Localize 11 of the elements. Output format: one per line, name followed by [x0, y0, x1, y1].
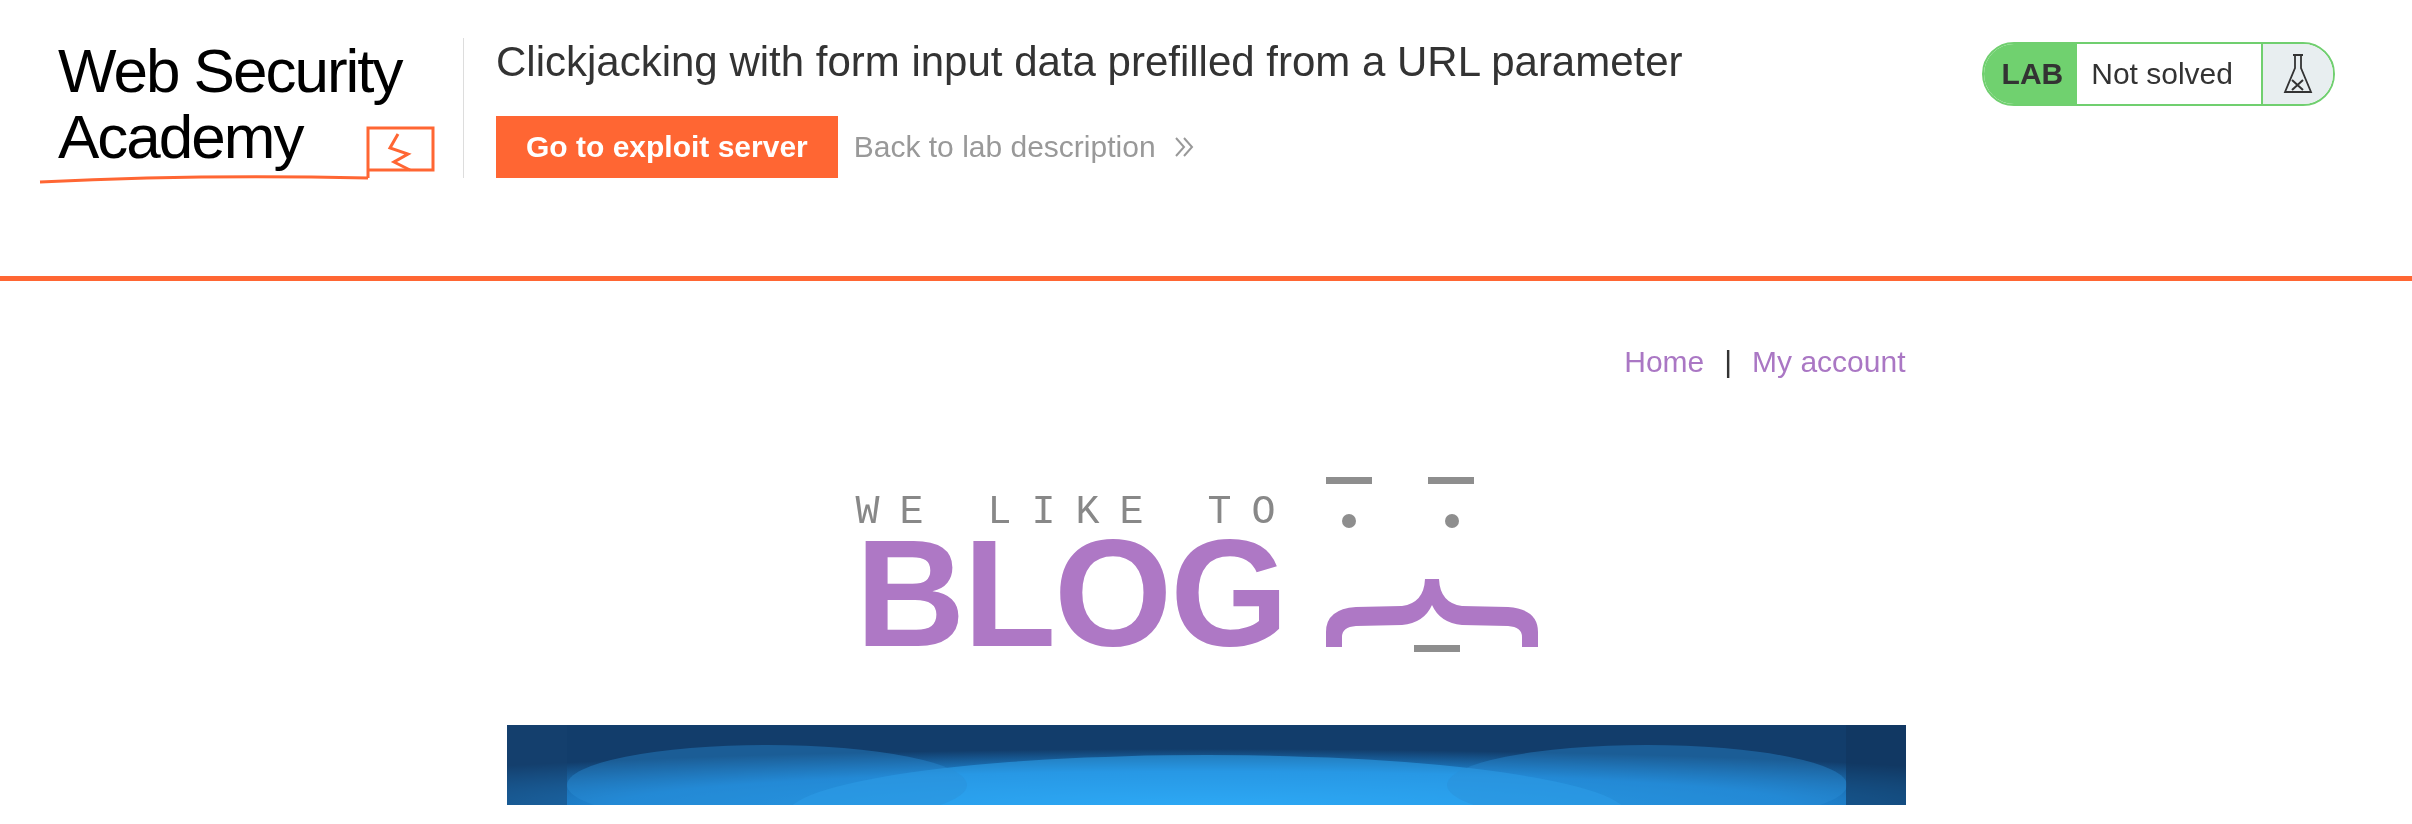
double-chevron-icon	[1173, 136, 1194, 158]
nav-separator: |	[1724, 345, 1733, 379]
lab-label: LAB	[1983, 44, 2078, 104]
lab-title: Clickjacking with form input data prefilled from a URL parameter	[496, 38, 1683, 86]
nav-link[interactable]: My account	[1752, 345, 1906, 379]
blog-title: BLOG	[855, 531, 1288, 655]
logo-text[interactable]: Web Security Academy	[58, 38, 402, 170]
nav-link[interactable]: Home	[1624, 345, 1705, 379]
exploit-server-button[interactable]: Go to exploit server	[496, 116, 838, 178]
blog-tagline: WE LIKE TO	[855, 495, 1296, 531]
back-link[interactable]: Back to lab description	[853, 130, 1194, 164]
